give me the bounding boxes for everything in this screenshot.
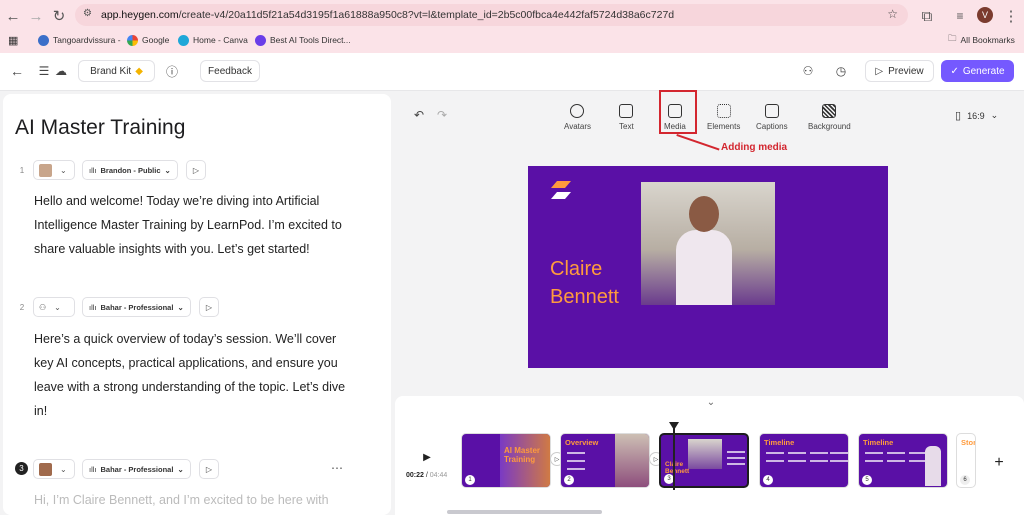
- ai-tools-icon: [255, 34, 266, 46]
- scene-script-text[interactable]: Hello and welcome! Today we’re diving in…: [34, 189, 354, 261]
- scene-number: 2: [19, 303, 25, 312]
- avatars-icon: [570, 104, 585, 118]
- annotation-box: [659, 90, 697, 134]
- chevron-down-icon: ⌄: [54, 302, 61, 312]
- avatar-thumbnail: [39, 462, 52, 476]
- text-icon: [619, 104, 634, 118]
- scene-number-active: 3: [15, 462, 28, 475]
- waveform-icon: ıllı: [89, 302, 97, 312]
- url-path: /create-v4/20a11d5f21a54d3195f1a61888a95…: [178, 9, 675, 21]
- reload-icon[interactable]: ↻: [49, 6, 69, 26]
- extensions-icon[interactable]: ⧉: [917, 6, 937, 26]
- avatar-thumbnail: [39, 163, 52, 177]
- collapse-chevron-icon[interactable]: ⌄: [700, 397, 722, 411]
- profile-avatar[interactable]: V: [977, 7, 993, 23]
- avatar-selector[interactable]: ⌄: [33, 459, 75, 479]
- voice-selector[interactable]: ıllı Bahar - Professional ⌄: [82, 459, 191, 479]
- scene-thumbnail[interactable]: Timeline 5: [858, 433, 948, 488]
- scene-thumbnail[interactable]: Overview 2: [560, 433, 650, 488]
- chevron-down-icon: ⌄: [60, 464, 67, 474]
- voice-selector[interactable]: ıllı Brandon - Public ⌄: [82, 160, 178, 180]
- chevron-down-icon: ⌄: [60, 165, 67, 175]
- folder-icon: 🗀: [948, 33, 957, 43]
- bookmark-star-icon[interactable]: ☆: [887, 7, 898, 21]
- diamond-icon: ◆: [135, 65, 143, 77]
- wordpress-icon: [38, 34, 49, 46]
- chevron-down-icon: ⌄: [177, 464, 184, 474]
- generate-button[interactable]: ✓ Generate: [941, 60, 1014, 82]
- slide-name-first[interactable]: Claire: [550, 258, 602, 281]
- presenter-head: [689, 196, 719, 232]
- playhead[interactable]: [673, 425, 675, 490]
- more-options-icon[interactable]: ⋯: [331, 461, 343, 475]
- scene-number: 1: [19, 166, 25, 175]
- user-outline-icon: ⚇: [39, 302, 47, 312]
- menu-icon[interactable]: ☰: [35, 62, 53, 80]
- timeline-time: 00:22 / 04:44: [406, 472, 448, 479]
- aspect-ratio-selector[interactable]: ▯ 16:9 ⌄: [955, 109, 998, 122]
- feedback-button[interactable]: Feedback: [200, 60, 260, 82]
- canva-icon: [178, 34, 189, 46]
- google-icon: [127, 34, 138, 46]
- timeline-play-button[interactable]: ▶: [418, 448, 436, 466]
- back-arrow-icon[interactable]: ←: [3, 6, 23, 26]
- play-scene-button[interactable]: ▷: [199, 459, 219, 479]
- chevron-down-icon: ⌄: [177, 302, 184, 312]
- apps-grid-icon[interactable]: ▦: [8, 33, 18, 47]
- history-icon[interactable]: ◷: [832, 62, 850, 80]
- check-icon: ✓: [950, 65, 959, 77]
- avatar-selector[interactable]: ⚇ ⌄: [33, 297, 75, 317]
- brand-logo: [551, 181, 571, 199]
- brand-kit-button[interactable]: Brand Kit ◆: [78, 60, 155, 82]
- video-title[interactable]: AI Master Training: [15, 116, 185, 140]
- undo-icon[interactable]: ↶: [410, 106, 428, 124]
- bookmark-google[interactable]: Google: [127, 33, 169, 47]
- redo-icon[interactable]: ↷: [433, 106, 451, 124]
- browser-menu-icon[interactable]: ⋮: [1001, 6, 1021, 26]
- scene-thumbnail-partial[interactable]: Story 6: [956, 433, 976, 488]
- media-control-icon[interactable]: ≡: [950, 6, 970, 26]
- address-bar[interactable]: ⚙ app.heygen.com/create-v4/20a11d5f21a54…: [75, 4, 908, 26]
- tool-captions[interactable]: Captions: [756, 104, 788, 131]
- add-scene-button[interactable]: +: [988, 452, 1010, 474]
- waveform-icon: ıllı: [89, 464, 97, 474]
- waveform-icon: ıllı: [89, 165, 97, 175]
- tool-background[interactable]: Background: [808, 104, 851, 131]
- timeline-scrollbar[interactable]: [447, 510, 602, 514]
- bookmark-tangoardvissura[interactable]: Tangoardvissura -: [38, 33, 121, 47]
- forward-arrow-icon[interactable]: →: [26, 6, 46, 26]
- presenter-body: [676, 230, 732, 305]
- scene-thumbnail[interactable]: Timeline 4: [759, 433, 849, 488]
- back-icon[interactable]: ←: [8, 62, 26, 80]
- site-settings-icon[interactable]: ⚙: [83, 8, 92, 19]
- play-scene-button[interactable]: ▷: [199, 297, 219, 317]
- elements-icon: [716, 104, 731, 118]
- avatar-selector[interactable]: ⌄: [33, 160, 75, 180]
- preview-button[interactable]: ▷ Preview: [865, 60, 934, 82]
- scene-thumbnail[interactable]: AI Master Training 1: [461, 433, 551, 488]
- annotation-label: Adding media: [721, 142, 788, 153]
- chevron-down-icon: ⌄: [164, 165, 171, 175]
- background-icon: [822, 104, 837, 118]
- url-host: app.heygen.com: [101, 9, 179, 21]
- tool-avatars[interactable]: Avatars: [564, 104, 591, 131]
- add-collaborator-icon[interactable]: ⚇: [799, 62, 817, 80]
- scene-script-text[interactable]: Hi, I’m Claire Bennett, and I’m excited …: [34, 488, 354, 512]
- voice-selector[interactable]: ıllı Bahar - Professional ⌄: [82, 297, 191, 317]
- all-bookmarks[interactable]: 🗀 All Bookmarks: [948, 33, 1015, 47]
- help-icon[interactable]: ⓘ: [163, 62, 181, 80]
- bookmark-ai-tools[interactable]: Best AI Tools Direct...: [255, 33, 351, 47]
- play-scene-button[interactable]: ▷: [186, 160, 206, 180]
- bookmark-canva[interactable]: Home - Canva: [178, 33, 248, 47]
- chevron-down-icon: ⌄: [990, 110, 999, 120]
- play-icon: ▷: [875, 65, 884, 77]
- slide-name-last[interactable]: Bennett: [550, 286, 619, 309]
- cloud-saved-icon: ☁: [55, 64, 67, 78]
- scene-script-text[interactable]: Here’s a quick overview of today’s sessi…: [34, 327, 354, 423]
- phone-icon: ▯: [955, 110, 962, 122]
- tool-text[interactable]: Text: [619, 104, 634, 131]
- script-panel: AI Master Training 1 ⌄ ıllı Brandon - Pub…: [3, 94, 391, 515]
- captions-icon: [764, 104, 779, 118]
- tool-elements[interactable]: Elements: [707, 104, 740, 131]
